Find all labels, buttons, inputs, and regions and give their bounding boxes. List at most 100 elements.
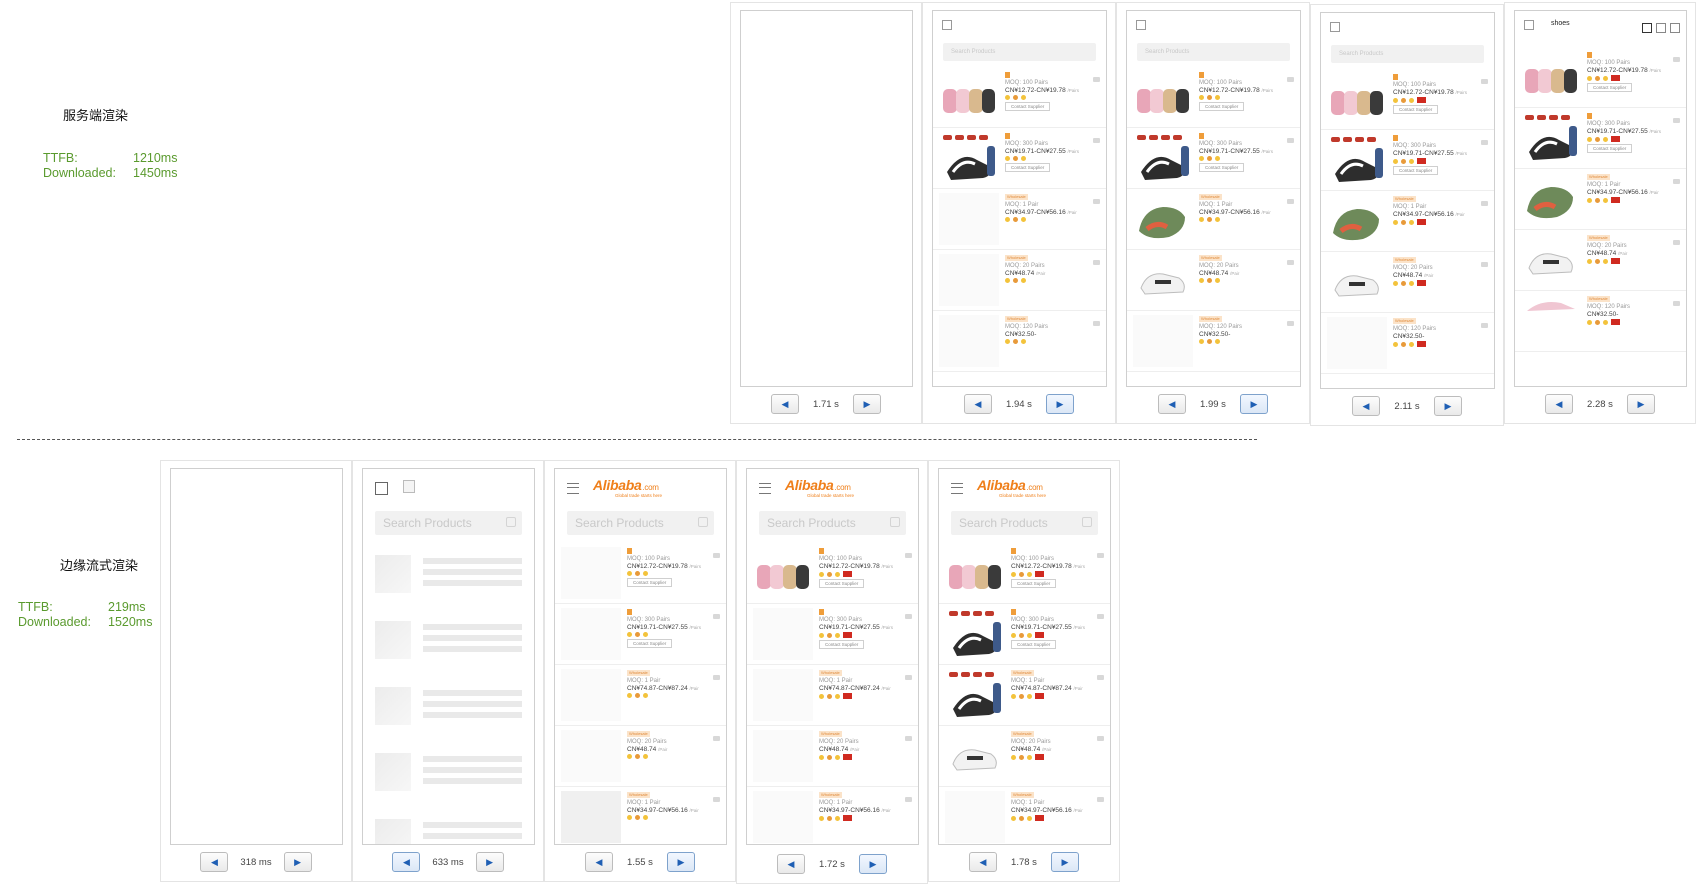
compare-icon[interactable] [1673, 179, 1680, 184]
product-thumbnail[interactable] [561, 669, 621, 721]
list-item[interactable]: MOQ: 300 Pairs CN¥19.71-CN¥27.55 /Pairs … [939, 604, 1110, 665]
camera-icon[interactable] [890, 517, 900, 527]
list-item[interactable]: Wholesale MOQ: 1 Pair CN¥74.87-CN¥87.24 … [555, 665, 726, 726]
next-button[interactable]: ▶ [667, 852, 695, 872]
product-thumbnail[interactable] [1521, 51, 1581, 103]
product-thumbnail[interactable] [1327, 256, 1387, 308]
contact-supplier-button[interactable]: Contact Supplier [1011, 640, 1057, 649]
product-thumbnail[interactable] [1327, 317, 1387, 369]
list-item[interactable]: Wholesale MOQ: 1 Pair CN¥34.97-CN¥56.16 … [933, 189, 1106, 250]
product-thumbnail[interactable] [1133, 71, 1193, 123]
search-input[interactable]: Search Products [375, 511, 522, 535]
list-item[interactable]: MOQ: 100 Pairs CN¥12.72-CN¥19.78 /Pairs … [555, 543, 726, 604]
list-item[interactable]: Wholesale MOQ: 120 Pairs CN¥32.50- [933, 311, 1106, 372]
product-thumbnail[interactable] [561, 791, 621, 843]
list-item[interactable]: Wholesale MOQ: 1 Pair CN¥74.87-CN¥87.24 … [939, 665, 1110, 726]
menu-checkbox[interactable] [942, 20, 952, 30]
compare-icon[interactable] [1093, 321, 1100, 326]
square-icon[interactable] [1670, 23, 1680, 33]
product-thumbnail[interactable] [1521, 234, 1581, 286]
list-item[interactable]: MOQ: 100 Pairs CN¥12.72-CN¥19.78 /Pairs … [1515, 47, 1686, 108]
list-item[interactable]: Wholesale MOQ: 1 Pair CN¥34.97-CN¥56.16 … [1321, 191, 1494, 252]
product-thumbnail[interactable] [1327, 134, 1387, 186]
contact-supplier-button[interactable]: Contact Supplier [1199, 163, 1245, 172]
list-item[interactable]: Wholesale MOQ: 20 Pairs CN¥48.74 /Pair [1127, 250, 1300, 311]
prev-button[interactable]: ◀ [777, 854, 805, 874]
compare-icon[interactable] [1481, 140, 1488, 145]
list-item[interactable]: Wholesale MOQ: 20 Pairs CN¥48.74 /Pair [1515, 230, 1686, 291]
hamburger-icon[interactable] [759, 483, 771, 494]
product-thumbnail[interactable] [939, 71, 999, 123]
contact-supplier-button[interactable]: Contact Supplier [819, 640, 865, 649]
menu-checkbox[interactable] [375, 482, 388, 495]
menu-checkbox[interactable] [1330, 22, 1340, 32]
compare-icon[interactable] [905, 675, 912, 680]
search-input[interactable]: Search Products [951, 511, 1098, 535]
list-item[interactable]: Wholesale MOQ: 20 Pairs CN¥48.74 /Pair [555, 726, 726, 787]
search-input[interactable]: Search Products [943, 43, 1096, 61]
compare-icon[interactable] [1481, 262, 1488, 267]
product-thumbnail[interactable] [753, 730, 813, 782]
product-thumbnail[interactable] [1133, 132, 1193, 184]
list-item[interactable]: MOQ: 100 Pairs CN¥12.72-CN¥19.78 /Pairs … [933, 67, 1106, 128]
list-item[interactable]: MOQ: 300 Pairs CN¥19.71-CN¥27.55 /Pairs … [555, 604, 726, 665]
list-item[interactable]: Wholesale MOQ: 20 Pairs CN¥48.74 /Pair [1321, 252, 1494, 313]
compare-icon[interactable] [1287, 321, 1294, 326]
next-button[interactable]: ▶ [853, 394, 881, 414]
list-item[interactable]: MOQ: 100 Pairs CN¥12.72-CN¥19.78 /Pairs … [939, 543, 1110, 604]
next-button[interactable]: ▶ [859, 854, 887, 874]
compare-icon[interactable] [1287, 260, 1294, 265]
product-thumbnail[interactable] [1327, 195, 1387, 247]
compare-icon[interactable] [1287, 199, 1294, 204]
product-thumbnail[interactable] [1133, 193, 1193, 245]
list-item[interactable]: MOQ: 300 Pairs CN¥19.71-CN¥27.55 /Pairs … [933, 128, 1106, 189]
next-button[interactable]: ▶ [1240, 394, 1268, 414]
prev-button[interactable]: ◀ [1158, 394, 1186, 414]
compare-icon[interactable] [713, 675, 720, 680]
product-thumbnail[interactable] [1327, 73, 1387, 125]
camera-icon[interactable] [698, 517, 708, 527]
list-item[interactable]: MOQ: 100 Pairs CN¥12.72-CN¥19.78 /Pairs … [1127, 67, 1300, 128]
product-thumbnail[interactable] [939, 193, 999, 245]
compare-icon[interactable] [1673, 240, 1680, 245]
list-item[interactable]: Wholesale MOQ: 1 Pair CN¥34.97-CN¥56.16 … [1515, 169, 1686, 230]
contact-supplier-button[interactable]: Contact Supplier [1199, 102, 1245, 111]
product-thumbnail[interactable] [1521, 112, 1581, 164]
list-item[interactable]: MOQ: 300 Pairs CN¥19.71-CN¥27.55 /Pairs … [1127, 128, 1300, 189]
contact-supplier-button[interactable]: Contact Supplier [1005, 102, 1051, 111]
hamburger-icon[interactable] [567, 483, 579, 494]
list-item[interactable]: Wholesale MOQ: 1 Pair CN¥74.87-CN¥87.24 … [747, 665, 918, 726]
contact-supplier-button[interactable]: Contact Supplier [627, 578, 673, 587]
menu-checkbox[interactable] [1524, 20, 1534, 30]
compare-icon[interactable] [905, 797, 912, 802]
list-item[interactable]: MOQ: 300 Pairs CN¥19.71-CN¥27.55 /Pairs … [747, 604, 918, 665]
list-item[interactable]: Wholesale MOQ: 1 Pair CN¥34.97-CN¥56.16 … [939, 787, 1110, 844]
product-thumbnail[interactable] [945, 730, 1005, 782]
list-item[interactable]: MOQ: 300 Pairs CN¥19.71-CN¥27.55 /Pairs … [1321, 130, 1494, 191]
hamburger-icon[interactable] [951, 483, 963, 494]
product-thumbnail[interactable] [945, 608, 1005, 660]
product-thumbnail[interactable] [945, 791, 1005, 843]
compare-icon[interactable] [905, 614, 912, 619]
contact-supplier-button[interactable]: Contact Supplier [1011, 579, 1057, 588]
search-input[interactable]: Search Products [759, 511, 906, 535]
menu-checkbox[interactable] [1136, 20, 1146, 30]
product-thumbnail[interactable] [753, 547, 813, 599]
list-item[interactable]: Wholesale MOQ: 20 Pairs CN¥48.74 /Pair [933, 250, 1106, 311]
search-input[interactable]: Search Products [567, 511, 714, 535]
compare-icon[interactable] [713, 614, 720, 619]
prev-button[interactable]: ◀ [771, 394, 799, 414]
product-thumbnail[interactable] [945, 669, 1005, 721]
square-icon[interactable] [1656, 23, 1666, 33]
next-button[interactable]: ▶ [1051, 852, 1079, 872]
next-button[interactable]: ▶ [475, 852, 504, 872]
list-item[interactable]: Wholesale MOQ: 20 Pairs CN¥48.74 /Pair [939, 726, 1110, 787]
compare-icon[interactable] [1097, 553, 1104, 558]
product-thumbnail[interactable] [561, 608, 621, 660]
list-item[interactable]: Wholesale MOQ: 1 Pair CN¥34.97-CN¥56.16 … [1127, 189, 1300, 250]
compare-icon[interactable] [1097, 797, 1104, 802]
list-item[interactable]: Wholesale MOQ: 120 Pairs CN¥32.50- [1127, 311, 1300, 372]
prev-button[interactable]: ◀ [585, 852, 613, 872]
compare-icon[interactable] [905, 553, 912, 558]
contact-supplier-button[interactable]: Contact Supplier [1005, 163, 1051, 172]
